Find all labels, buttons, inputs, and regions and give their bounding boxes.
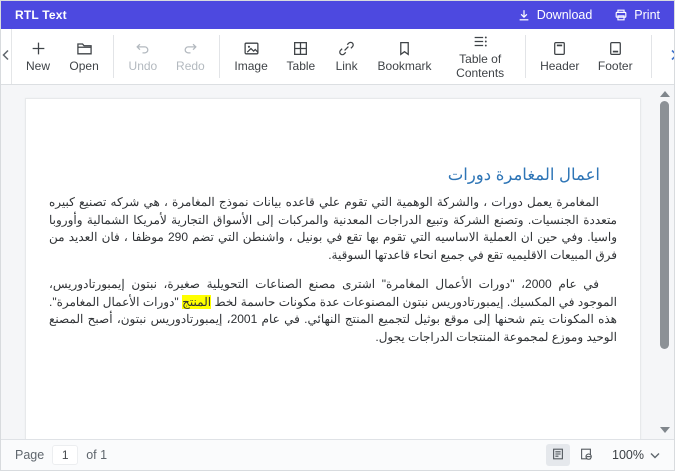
page-globe-icon: [579, 447, 593, 464]
header-button[interactable]: Header: [531, 29, 589, 84]
document-viewer[interactable]: اعمال المغامرة دورات المغامرة يعمل دورات…: [1, 85, 674, 439]
toolbar-separator: [524, 35, 526, 78]
toolbar-scroll-right-button[interactable]: [657, 49, 674, 64]
download-button[interactable]: Download: [517, 8, 593, 22]
toolbar-separator: [113, 35, 115, 78]
vertical-scrollbar[interactable]: [657, 87, 672, 437]
toolbar: New Open Undo Redo Image Table Link Book…: [1, 29, 674, 85]
print-layout-view-button[interactable]: [546, 444, 571, 466]
chevron-right-icon: [669, 49, 674, 64]
print-button[interactable]: Print: [614, 8, 660, 22]
page-bottom-icon: [607, 40, 624, 57]
table-of-contents-button[interactable]: Table of Contents: [440, 29, 519, 84]
status-bar: Page of 1 100%: [1, 439, 674, 470]
page-top-icon: [551, 40, 568, 57]
bookmark-button[interactable]: Bookmark: [369, 29, 441, 84]
header-label: Header: [540, 58, 580, 73]
zoom-value: 100%: [612, 448, 644, 462]
redo-arrow-icon: [182, 40, 199, 57]
undo-button[interactable]: Undo: [119, 29, 167, 84]
undo-label: Undo: [128, 58, 158, 73]
page-number-input[interactable]: [52, 445, 79, 465]
bookmark-label: Bookmark: [377, 58, 432, 73]
bookmark-icon: [396, 40, 413, 57]
undo-arrow-icon: [134, 40, 151, 57]
printer-icon: [614, 8, 628, 22]
toolbar-separator: [650, 35, 652, 78]
document-heading: اعمال المغامرة دورات: [447, 166, 600, 184]
page-label: Page: [15, 448, 45, 462]
link-label: Link: [335, 58, 358, 73]
download-label: Download: [536, 8, 593, 22]
toolbar-separator: [219, 35, 221, 78]
page-count-label: of 1: [86, 448, 108, 462]
image-button[interactable]: Image: [225, 29, 277, 84]
redo-label: Redo: [176, 58, 205, 73]
open-button[interactable]: Open: [60, 29, 108, 84]
toolbar-items: New Open Undo Redo Image Table Link Book…: [12, 29, 646, 84]
grid-icon: [292, 40, 309, 57]
table-button[interactable]: Table: [277, 29, 325, 84]
open-label: Open: [69, 58, 99, 73]
document-paragraph-1: المغامرة يعمل دورات ، والشركة الوهمية ال…: [49, 195, 617, 262]
table-label: Table: [286, 58, 316, 73]
scroll-up-icon[interactable]: [659, 91, 670, 97]
redo-button[interactable]: Redo: [167, 29, 215, 84]
toolbar-scroll-left-button[interactable]: [1, 29, 12, 84]
chevron-left-icon: [1, 49, 11, 64]
list-lines-icon: [472, 33, 489, 50]
picture-icon: [243, 40, 260, 57]
zoom-dropdown[interactable]: 100%: [612, 448, 660, 462]
print-label: Print: [634, 8, 660, 22]
toolbar-right-group: [646, 29, 674, 84]
link-button[interactable]: Link: [325, 29, 369, 84]
scrollbar-thumb[interactable]: [660, 101, 669, 349]
image-label: Image: [234, 58, 268, 73]
web-layout-view-button[interactable]: [574, 444, 598, 466]
highlighted-word: المنتج: [182, 294, 212, 309]
footer-label: Footer: [597, 58, 633, 73]
new-label: New: [26, 58, 51, 73]
scroll-down-icon[interactable]: [659, 427, 670, 433]
footer-button[interactable]: Footer: [589, 29, 642, 84]
document-paragraph-2: في عام 2000، "دورات الأعمال المغامرة" اش…: [49, 276, 617, 346]
download-icon: [517, 8, 531, 22]
title-bar: RTL Text Download Print: [1, 1, 674, 29]
plus-icon: [30, 40, 47, 57]
scrollbar-track[interactable]: [657, 101, 672, 423]
table-of-contents-label: Table of Contents: [456, 52, 505, 80]
new-button[interactable]: New: [16, 29, 60, 84]
chevron-down-icon: [650, 448, 660, 462]
document-page[interactable]: اعمال المغامرة دورات المغامرة يعمل دورات…: [25, 98, 641, 439]
folder-icon: [76, 40, 93, 57]
page-lines-icon: [551, 447, 565, 464]
document-editor-app: RTL Text Download Print New Open Undo Re…: [0, 0, 675, 471]
chain-link-icon: [338, 40, 355, 57]
app-title: RTL Text: [15, 8, 67, 22]
